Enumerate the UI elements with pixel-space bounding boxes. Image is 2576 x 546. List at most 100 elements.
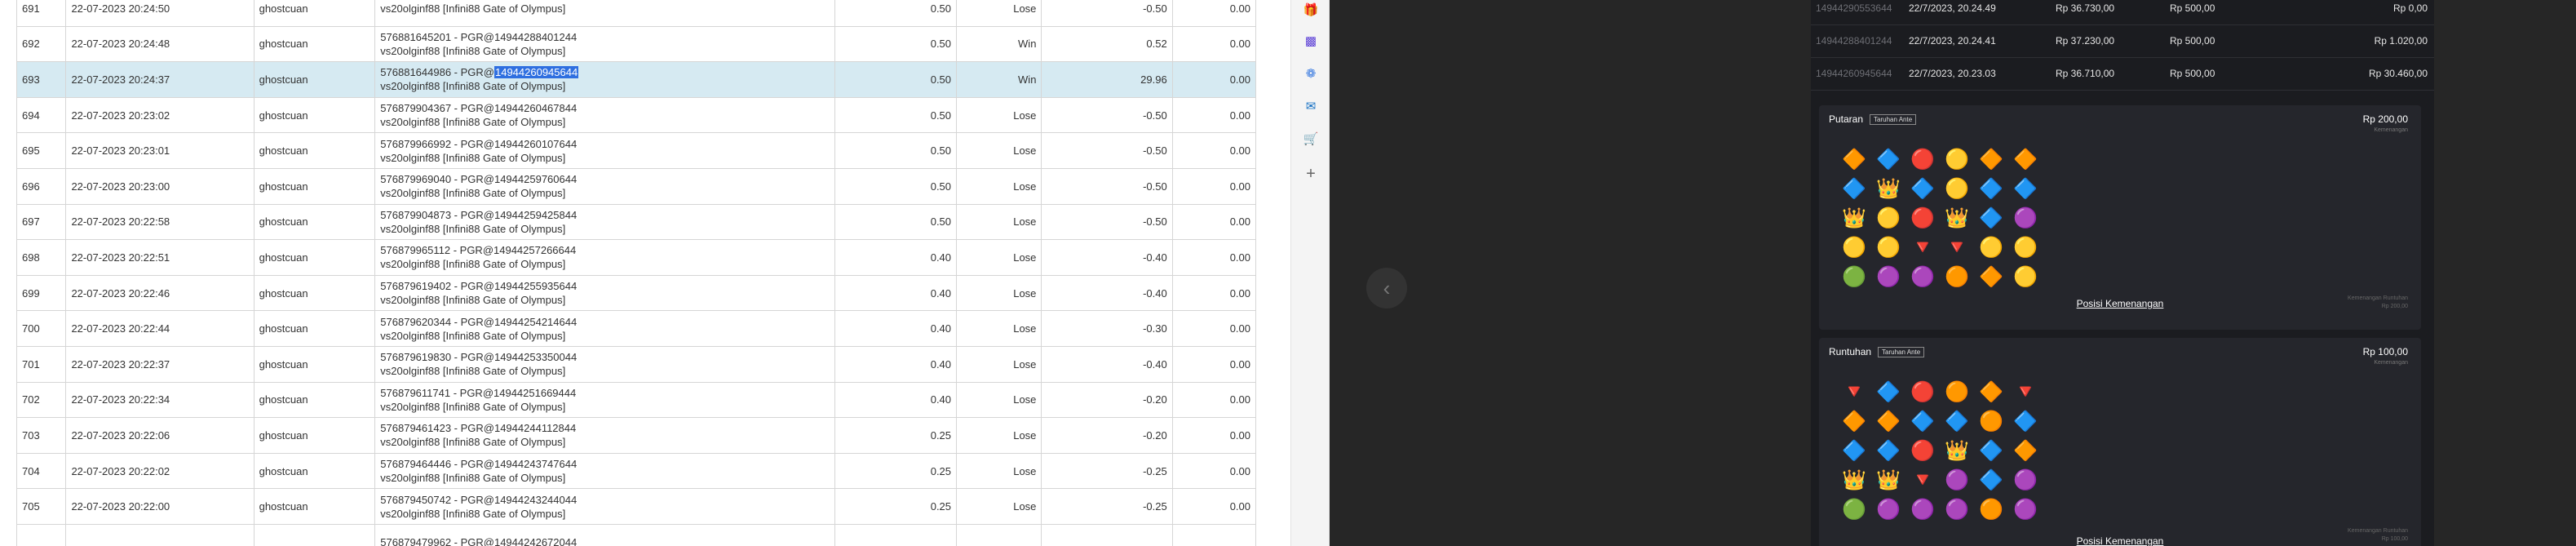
bet-amount: 0.40 [834,381,958,419]
transaction-cell[interactable]: 576881645201 - PGR@14944288401244 vs20olg… [374,25,835,63]
gem-symbol-icon: 👑 [1876,469,1901,491]
row-number: 703 [15,417,67,454]
plus-icon[interactable]: + [1303,165,1319,183]
transaction-cell[interactable]: 576879969040 - PGR@14944259760644 vs20olg… [374,167,835,205]
result-status: Lose [956,203,1042,241]
transaction-id: 576879479962 - PGR@14944242672044 [380,535,578,546]
table-row[interactable]: 691 22-07-2023 20:24:50 ghostcuan vs20olgin… [15,0,1257,27]
transaction-cell[interactable]: 576879965112 - PGR@14944257266644 vs20olg… [374,239,835,276]
result-status: Lose [956,239,1042,276]
gem-symbol-icon: 🔴 [1910,381,1935,403]
gem-symbol-icon: 🟣 [2013,499,2038,521]
transaction-cell[interactable]: 576879450742 - PGR@14944243244044 vs20olg… [374,488,835,525]
username: ghostcuan [253,310,376,347]
table-row[interactable]: 695 22-07-2023 20:23:01 ghostcuan 576879966… [15,132,1257,169]
card-win-label: Kemenangan [2374,360,2408,366]
bet-amount: 0.50 [834,0,958,27]
transaction-cell[interactable]: 576879966992 - PGR@14944260107644 vs20olg… [374,132,835,169]
transaction-cell[interactable]: 576879464446 - PGR@14944243747644 vs20olg… [374,452,835,490]
bet-datetime: 22-07-2023 20:22:34 [65,381,255,419]
round-id: 14944290553644 [1816,2,1892,14]
win-amount: -0.40 [1041,274,1173,312]
table-row[interactable]: 702 22-07-2023 20:22:34 ghostcuan 576879611… [15,381,1257,419]
table-row[interactable]: 704 22-07-2023 20:22:02 ghostcuan 576879464… [15,452,1257,490]
table-row[interactable]: 692 22-07-2023 20:24:48 ghostcuan 576881645… [15,25,1257,63]
transaction-cell[interactable]: 576881644986 - PGR@14944260945644 vs20olg… [374,61,835,98]
gem-symbol-icon: 🟠 [1979,499,2003,521]
bet-history-table: 691 22-07-2023 20:24:50 ghostcuan vs20olgin… [15,0,1257,546]
bet-amount: 0.50 [834,203,958,241]
result-status: Win [956,25,1042,63]
table-row[interactable]: 693 22-07-2023 20:24:37 ghostcuan 576881644… [15,61,1257,98]
history-row[interactable]: 14944288401244 22/7/2023, 20.24.41 Rp 37.2… [1811,24,2434,58]
gem-symbol-icon: 🔶 [1842,149,1866,171]
row-number: 692 [15,25,67,63]
table-row[interactable]: 705 22-07-2023 20:22:00 ghostcuan 576879450… [15,488,1257,525]
transaction-cell[interactable]: 576879904873 - PGR@14944259425844 vs20olg… [374,203,835,241]
jackpot-amount: 0.00 [1171,381,1257,419]
win-amount: Rp 1.020,00 [2374,35,2428,47]
gem-symbol-icon: 🔷 [1910,411,1935,433]
jackpot-amount: 0.00 [1171,488,1257,525]
result-status: Win [956,61,1042,98]
transaction-cell[interactable]: 576879620344 - PGR@14944254214644 vs20olg… [374,310,835,347]
chart-app-icon[interactable]: ▩ [1303,33,1319,49]
transaction-cell[interactable]: 576879619830 - PGR@14944253350044 vs20olg… [374,345,835,383]
history-row[interactable]: 14944290553644 22/7/2023, 20.24.49 Rp 36.7… [1811,0,2434,25]
table-row[interactable]: 701 22-07-2023 20:22:37 ghostcuan 576879619… [15,345,1257,383]
gift-icon[interactable]: 🎁 [1303,2,1319,18]
bet-history-table-pane: 691 22-07-2023 20:24:50 ghostcuan vs20olgin… [0,0,1290,546]
winning-position-link[interactable]: Posisi Kemenangan [1819,298,2421,309]
jackpot-amount: 0.00 [1171,61,1257,98]
gem-symbol-icon: 🔷 [1842,440,1866,462]
transaction-cell[interactable]: 576879619402 - PGR@14944255935644 vs20olg… [374,274,835,312]
win-amount [1041,523,1173,546]
transaction-cell[interactable]: 576879904367 - PGR@14944260467844 vs20olg… [374,96,835,134]
balance: Rp 36.730,00 [2056,2,2115,14]
bet-datetime: 22-07-2023 20:22:37 [65,345,255,383]
jackpot-amount: 0.00 [1171,274,1257,312]
bet-amount: Rp 500,00 [2170,35,2215,47]
chevron-left-icon[interactable]: ‹ [1366,268,1407,309]
gem-symbol-icon: 🟡 [1945,178,1969,200]
bet-amount: 0.25 [834,417,958,454]
copilot-icon[interactable]: ❁ [1303,65,1319,82]
gem-symbol-icon: 🟢 [1842,499,1866,521]
win-amount: 0.52 [1041,25,1173,63]
gem-symbol-icon: 🟡 [2013,266,2038,288]
table-row[interactable]: 703 22-07-2023 20:22:06 ghostcuan 576879461… [15,417,1257,454]
bet-datetime: 22-07-2023 20:22:44 [65,310,255,347]
table-row[interactable]: 698 22-07-2023 20:22:51 ghostcuan 576879965… [15,239,1257,276]
gem-symbol-icon: 🔻 [1910,237,1935,259]
winning-position-link[interactable]: Posisi Kemenangan [1819,535,2421,546]
jackpot-amount: 0.00 [1171,167,1257,205]
transaction-cell[interactable]: 576879479962 - PGR@14944242672044 [374,523,835,546]
table-row[interactable]: 699 22-07-2023 20:22:46 ghostcuan 576879619… [15,274,1257,312]
transaction-cell[interactable]: vs20olginf88 [Infini88 Gate of Olympus] [374,0,835,27]
table-row[interactable]: 697 22-07-2023 20:22:58 ghostcuan 576879904… [15,203,1257,241]
gem-symbol-icon: 👑 [1876,178,1901,200]
table-row[interactable]: 694 22-07-2023 20:23:02 ghostcuan 576879904… [15,96,1257,134]
result-status: Lose [956,274,1042,312]
card-title: Putaran Taruhan Ante [1829,113,1917,126]
table-row[interactable]: 696 22-07-2023 20:23:00 ghostcuan 576879969… [15,167,1257,205]
outlook-icon[interactable]: ✉ [1303,98,1319,114]
bet-datetime: 22-07-2023 20:24:50 [65,0,255,27]
gem-symbol-icon: 🟣 [2013,469,2038,491]
table-row[interactable]: 576879479962 - PGR@14944242672044 [15,523,1257,546]
username: ghostcuan [253,96,376,134]
gem-symbol-icon: 🔷 [2013,411,2038,433]
transaction-cell[interactable]: 576879611741 - PGR@14944251669444 vs20olg… [374,381,835,419]
bet-datetime: 22-07-2023 20:23:02 [65,96,255,134]
table-row[interactable]: 700 22-07-2023 20:22:44 ghostcuan 576879620… [15,310,1257,347]
jackpot-amount: 0.00 [1171,0,1257,27]
transaction-id: 576879966992 - PGR@14944260107644 [380,137,578,150]
shopping-icon[interactable]: 🛒 [1303,131,1319,147]
history-row[interactable]: 14944260945644 22/7/2023, 20.23.03 Rp 36.7… [1811,57,2434,91]
gem-symbol-icon: 🔻 [2013,381,2038,403]
gem-symbol-icon: 🔻 [1945,237,1969,259]
bet-amount: 0.40 [834,274,958,312]
gem-symbol-icon: 🟠 [1945,381,1969,403]
transaction-cell[interactable]: 576879461423 - PGR@14944244112844 vs20olg… [374,417,835,454]
round-datetime: 22/7/2023, 20.23.03 [1909,68,1996,79]
